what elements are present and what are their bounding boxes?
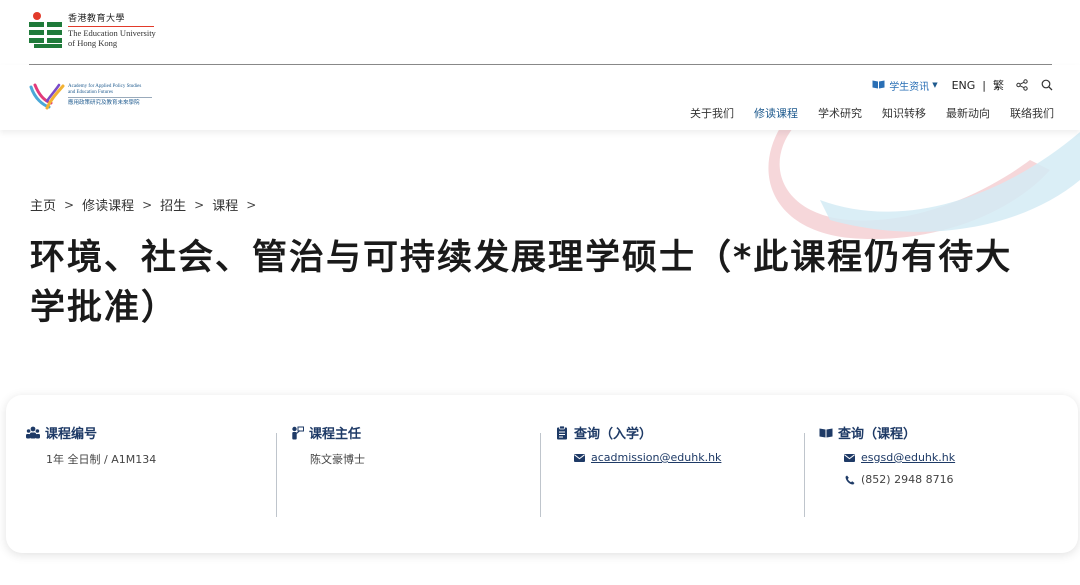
apsef-logo-icon[interactable] xyxy=(29,83,65,111)
programme-enquiry-heading: 查询（课程） xyxy=(819,423,916,442)
book-icon xyxy=(819,426,833,440)
university-name-cn: 香港教育大學 xyxy=(68,14,126,24)
admission-email-link[interactable]: acadmission@eduhk.hk xyxy=(591,451,721,464)
caret-down-icon: ▼ xyxy=(932,81,938,89)
book-icon xyxy=(872,79,885,92)
decorative-arcs xyxy=(768,120,1080,240)
chevron-right-icon: > xyxy=(64,197,75,212)
utility-bar: 学生资讯 ▼ ENG | 繁 xyxy=(872,77,1054,93)
university-rule xyxy=(68,26,154,28)
search-icon[interactable] xyxy=(1040,78,1054,92)
eduhk-logo-icon[interactable] xyxy=(29,11,65,49)
share-icon[interactable] xyxy=(1015,78,1029,92)
admission-enquiry-heading: 查询（入学） xyxy=(555,423,652,442)
programme-code-title: 课程编号 xyxy=(45,427,98,442)
academy-name-en-1: Academy for Applied Policy Studies xyxy=(68,84,142,89)
student-info-menu[interactable]: 学生资讯 ▼ xyxy=(872,78,938,93)
breadcrumb-home[interactable]: 主页 xyxy=(30,195,56,214)
envelope-icon xyxy=(844,452,855,463)
chevron-right-icon: > xyxy=(194,197,205,212)
admission-email-row: acadmission@eduhk.hk xyxy=(574,451,721,464)
student-info-label: 学生资讯 xyxy=(889,81,930,93)
programme-leader-value: 陈文豪博士 xyxy=(310,453,365,466)
chevron-right-icon: > xyxy=(246,197,257,212)
programme-leader-section: 课程主任 陈文豪博士 xyxy=(277,395,540,553)
chevron-right-icon: > xyxy=(142,197,153,212)
lang-traditional-link[interactable]: 繁 xyxy=(993,77,1004,93)
programme-enquiry-title: 查询（课程） xyxy=(838,427,917,442)
people-icon xyxy=(26,426,40,440)
programme-phone-row: (852) 2948 8716 xyxy=(844,473,954,486)
presenter-icon xyxy=(290,426,304,440)
programme-email-row: esgsd@eduhk.hk xyxy=(844,451,955,464)
programme-code-section: 课程编号 1年 全日制 / A1M134 xyxy=(6,395,276,553)
nav-item-news[interactable]: 最新动向 xyxy=(946,105,990,121)
breadcrumb-programmes[interactable]: 修读课程 xyxy=(82,195,134,214)
nav-item-about[interactable]: 关于我们 xyxy=(690,105,734,121)
programme-info-card: 课程编号 1年 全日制 / A1M134 课程主任 陈文豪博士 查询（入学） a… xyxy=(6,395,1078,553)
lang-separator: | xyxy=(982,78,986,92)
academy-name-cn: 應用政策研究及教育未來學院 xyxy=(68,100,140,106)
breadcrumb-admission[interactable]: 招生 xyxy=(160,195,186,214)
programme-enquiry-section: 查询（课程） esgsd@eduhk.hk (852) 2948 8716 xyxy=(805,395,1078,553)
nav-item-contact[interactable]: 联络我们 xyxy=(1010,105,1054,121)
programme-code-value: 1年 全日制 / A1M134 xyxy=(46,453,157,466)
programme-leader-heading: 课程主任 xyxy=(290,423,361,442)
programme-email-link[interactable]: esgsd@eduhk.hk xyxy=(861,451,955,464)
programme-leader-title: 课程主任 xyxy=(309,427,362,442)
nav-item-research[interactable]: 学术研究 xyxy=(818,105,862,121)
envelope-icon xyxy=(574,452,585,463)
nav-item-knowledge-transfer[interactable]: 知识转移 xyxy=(882,105,926,121)
phone-icon xyxy=(844,474,855,485)
academy-name-en-2: and Education Futures xyxy=(68,89,113,95)
academy-name: Academy for Applied Policy Studies and E… xyxy=(68,84,152,106)
programme-code-heading: 课程编号 xyxy=(26,423,97,442)
nav-item-programmes[interactable]: 修读课程 xyxy=(754,105,798,121)
document-icon xyxy=(555,425,569,440)
academy-rule xyxy=(68,97,152,98)
lang-eng-link[interactable]: ENG xyxy=(952,79,976,92)
main-nav: 关于我们 修读课程 学术研究 知识转移 最新动向 联络我们 xyxy=(670,105,1054,121)
university-name: 香港教育大學 The Education University of Hong … xyxy=(68,14,156,49)
academy-header: Academy for Applied Policy Studies and E… xyxy=(0,65,1080,130)
admission-enquiry-title: 查询（入学） xyxy=(574,427,653,442)
breadcrumb: 主页 > 修读课程 > 招生 > 课程 > xyxy=(30,195,264,215)
programme-phone-value[interactable]: (852) 2948 8716 xyxy=(861,473,954,486)
admission-enquiry-section: 查询（入学） acadmission@eduhk.hk xyxy=(541,395,804,553)
page-title: 环境、社会、管治与可持续发展理学硕士（*此课程仍有待大学批准） xyxy=(30,238,1013,328)
breadcrumb-programme[interactable]: 课程 xyxy=(212,195,238,214)
university-name-en-2: of Hong Kong xyxy=(68,38,118,49)
university-bar: 香港教育大學 The Education University of Hong … xyxy=(0,0,1080,65)
